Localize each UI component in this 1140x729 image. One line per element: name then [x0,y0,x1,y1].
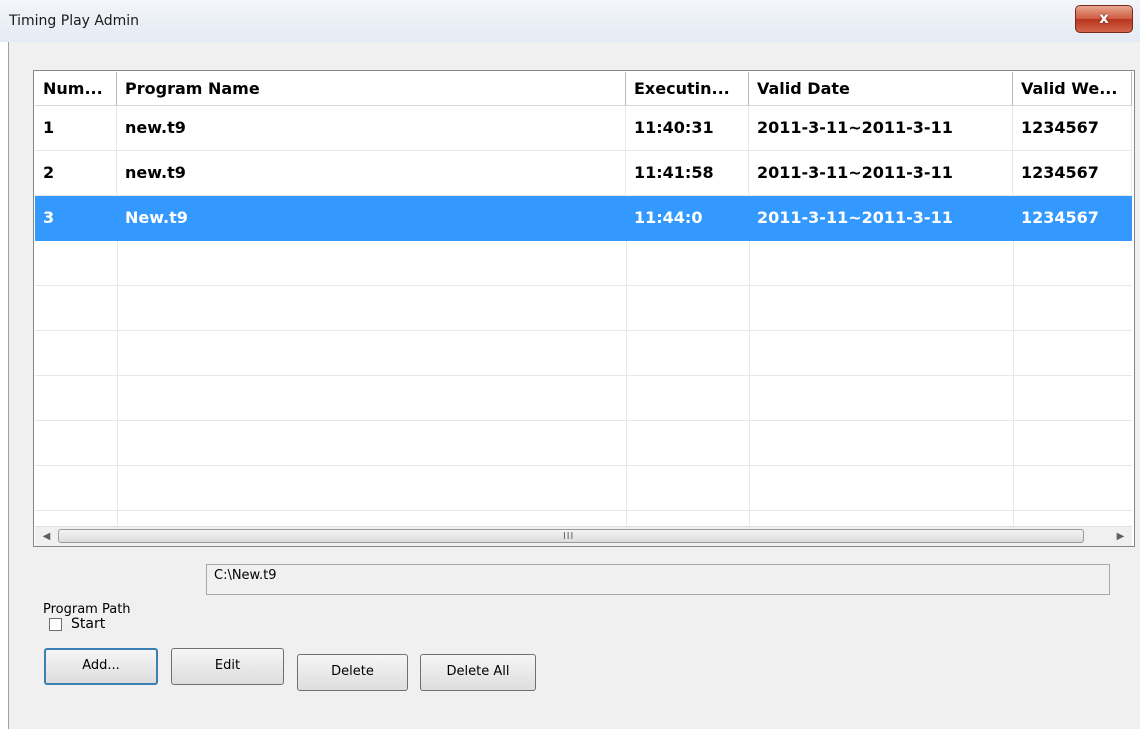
cell-valid-week: 1234567 [1013,151,1132,195]
delete-all-button[interactable]: Delete All [420,654,536,691]
program-list[interactable]: Num... Program Name Executin... Valid Da… [33,70,1135,547]
table-row[interactable]: 1 new.t9 11:40:31 2011-3-11~2011-3-11 12… [35,106,1132,151]
column-header-executing-time[interactable]: Executin... [626,72,749,105]
start-checkbox[interactable] [49,618,62,631]
column-header-program-name[interactable]: Program Name [117,72,626,105]
scroll-right-icon[interactable]: ▶ [1111,527,1130,546]
cell-valid-week: 1234567 [1013,196,1132,240]
cell-program-name: new.t9 [117,151,626,195]
horizontal-scrollbar[interactable]: ◀ III ▶ [35,526,1132,546]
program-path-field[interactable]: C:\New.t9 [206,564,1110,595]
scroll-left-icon[interactable]: ◀ [37,527,56,546]
cell-executing-time: 11:44:0 [626,196,749,240]
close-icon: x [1099,9,1109,27]
list-header: Num... Program Name Executin... Valid Da… [35,72,1132,106]
cell-executing-time: 11:41:58 [626,151,749,195]
edit-button[interactable]: Edit [171,648,284,685]
column-header-num[interactable]: Num... [35,72,117,105]
dialog-client-area: Num... Program Name Executin... Valid Da… [8,42,1140,729]
cell-valid-date: 2011-3-11~2011-3-11 [749,196,1013,240]
cell-valid-date: 2011-3-11~2011-3-11 [749,106,1013,150]
empty-grid-area [35,241,1132,526]
cell-valid-week: 1234567 [1013,106,1132,150]
title-bar: Timing Play Admin x [0,0,1140,42]
cell-program-name: New.t9 [117,196,626,240]
grip-icon: III [563,531,575,542]
cell-program-name: new.t9 [117,106,626,150]
table-row-selected[interactable]: 3 New.t9 11:44:0 2011-3-11~2011-3-11 123… [35,196,1132,241]
column-header-valid-week[interactable]: Valid We... [1013,72,1132,105]
program-path-label: Program Path [43,602,131,617]
cell-num: 2 [35,151,117,195]
start-checkbox-label[interactable]: Start [71,616,105,632]
cell-num: 1 [35,106,117,150]
delete-button[interactable]: Delete [297,654,408,691]
cell-valid-date: 2011-3-11~2011-3-11 [749,151,1013,195]
column-header-valid-date[interactable]: Valid Date [749,72,1013,105]
cell-executing-time: 11:40:31 [626,106,749,150]
cell-num: 3 [35,196,117,240]
close-button[interactable]: x [1075,5,1133,33]
window-title: Timing Play Admin [9,13,140,29]
table-row[interactable]: 2 new.t9 11:41:58 2011-3-11~2011-3-11 12… [35,151,1132,196]
scrollbar-thumb[interactable]: III [58,529,1084,543]
add-button[interactable]: Add... [44,648,158,685]
